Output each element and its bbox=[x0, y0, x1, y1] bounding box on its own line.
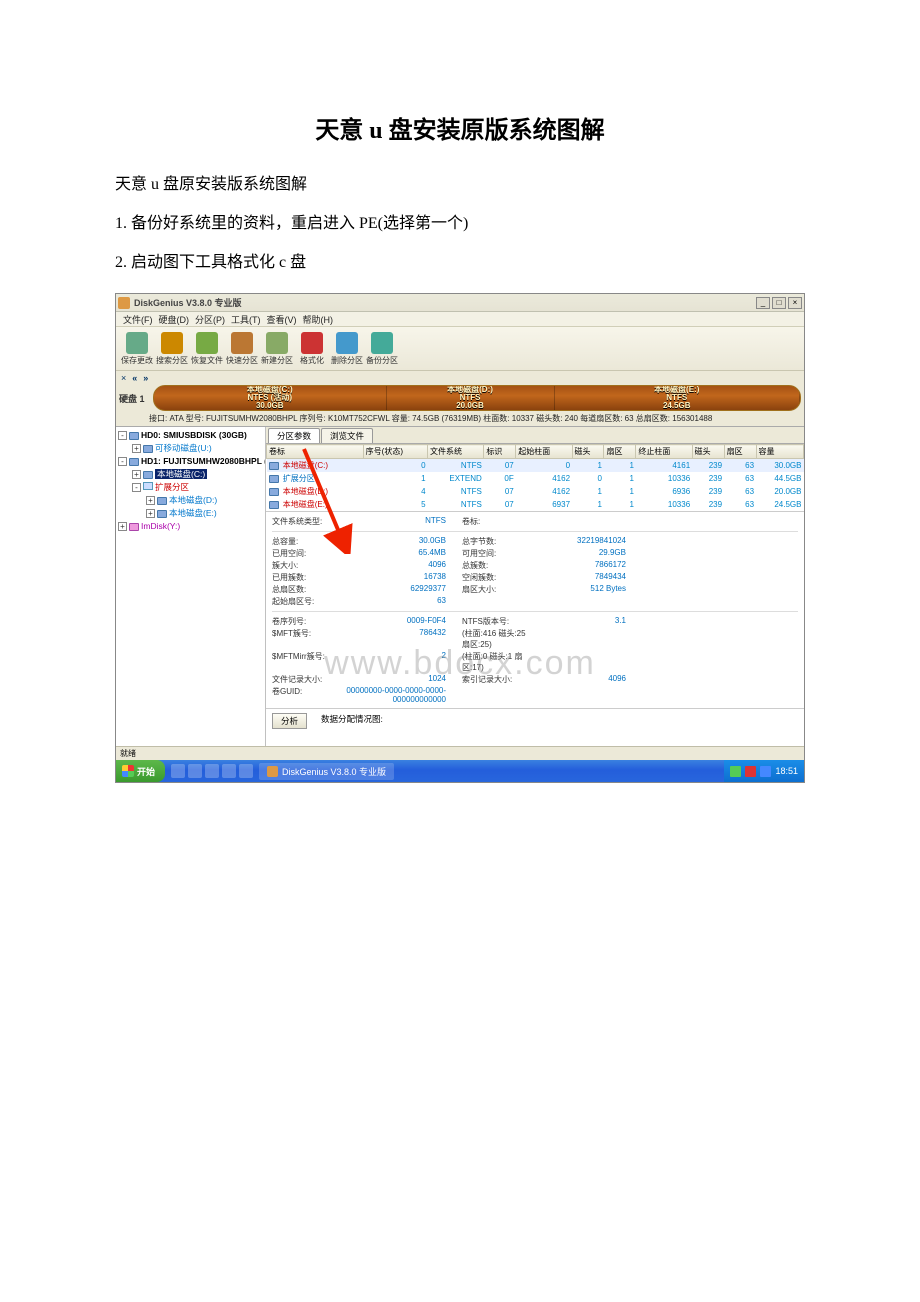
tree-extended[interactable]: 扩展分区 bbox=[155, 482, 189, 492]
system-tray: 18:51 bbox=[724, 760, 804, 782]
taskbar: 开始 DiskGenius V3.8.0 专业版 18:51 bbox=[116, 760, 804, 782]
tray-icon[interactable] bbox=[760, 766, 771, 777]
toolbar-recover-button[interactable]: 恢复文件 bbox=[190, 332, 224, 366]
table-row[interactable]: 本地磁盘(D:)4NTFS0741621169362396320.0GB bbox=[267, 485, 804, 498]
column-header[interactable]: 文件系统 bbox=[428, 445, 484, 459]
disk-segment[interactable]: 本地磁盘(C:)NTFS (活动)30.0GB bbox=[154, 386, 387, 410]
search-icon bbox=[161, 332, 183, 354]
menu-bar: 文件(F) 硬盘(D) 分区(P) 工具(T) 查看(V) 帮助(H) bbox=[116, 312, 804, 327]
document-line-1: 1. 备份好系统里的资料，重启进入 PE(选择第一个) bbox=[115, 206, 805, 243]
ql-icon[interactable] bbox=[205, 764, 219, 778]
column-header[interactable]: 终止柱面 bbox=[636, 445, 692, 459]
allocation-label: 数据分配情况图: bbox=[321, 713, 383, 729]
toolbar-quick-button[interactable]: 快速分区 bbox=[225, 332, 259, 366]
toolbar-backup-button[interactable]: 备份分区 bbox=[365, 332, 399, 366]
tab-browse-files[interactable]: 浏览文件 bbox=[321, 428, 373, 443]
nav-forward-icon[interactable]: » bbox=[143, 373, 148, 383]
allocation-analysis: 分析 数据分配情况图: bbox=[266, 708, 804, 733]
tray-icon[interactable] bbox=[730, 766, 741, 777]
column-header[interactable]: 容量 bbox=[756, 445, 803, 459]
menu-view[interactable]: 查看(V) bbox=[264, 312, 300, 326]
tree-hd1[interactable]: HD1: FUJITSUMHW2080BHPL (75 bbox=[141, 456, 266, 466]
table-row[interactable]: 本地磁盘(C:)0NTFS0701141612396330.0GB bbox=[267, 459, 804, 473]
new-icon bbox=[266, 332, 288, 354]
quick-icon bbox=[231, 332, 253, 354]
save-icon bbox=[126, 332, 148, 354]
column-header[interactable]: 磁头 bbox=[692, 445, 724, 459]
ql-icon[interactable] bbox=[188, 764, 202, 778]
analyze-button[interactable]: 分析 bbox=[272, 713, 307, 729]
tree-imdisk[interactable]: ImDisk(Y:) bbox=[141, 521, 180, 531]
disk-label: 硬盘 1 bbox=[119, 392, 147, 405]
status-bar: 就绪 bbox=[116, 746, 804, 760]
disk-info-line: 接口: ATA 型号: FUJITSUMHW2080BHPL 序列号: K10M… bbox=[119, 411, 801, 426]
toolbar-new-button[interactable]: 新建分区 bbox=[260, 332, 294, 366]
column-header[interactable]: 序号(状态) bbox=[363, 445, 427, 459]
menu-disk[interactable]: 硬盘(D) bbox=[156, 312, 193, 326]
column-header[interactable]: 扇区 bbox=[604, 445, 636, 459]
screenshot-diskgenius: DiskGenius V3.8.0 专业版 _ □ × 文件(F) 硬盘(D) … bbox=[115, 293, 805, 783]
column-header[interactable]: 起始柱面 bbox=[516, 445, 572, 459]
nav-close-icon[interactable]: × bbox=[121, 373, 126, 383]
toolbar-search-button[interactable]: 搜索分区 bbox=[155, 332, 189, 366]
backup-icon bbox=[371, 332, 393, 354]
tree-hd0[interactable]: HD0: SMIUSBDISK (30GB) bbox=[141, 430, 247, 440]
maximize-button[interactable]: □ bbox=[772, 297, 786, 309]
app-icon bbox=[267, 766, 278, 777]
nav-back-icon[interactable]: « bbox=[132, 373, 137, 383]
toolbar: 保存更改搜索分区恢复文件快速分区新建分区格式化删除分区备份分区 bbox=[116, 327, 804, 371]
menu-help[interactable]: 帮助(H) bbox=[300, 312, 337, 326]
tree-removable[interactable]: 可移动磁盘(U:) bbox=[155, 443, 212, 453]
partition-table: 卷标序号(状态)文件系统标识起始柱面磁头扇区终止柱面磁头扇区容量 本地磁盘(C:… bbox=[266, 444, 804, 511]
menu-tools[interactable]: 工具(T) bbox=[228, 312, 264, 326]
minimize-button[interactable]: _ bbox=[756, 297, 770, 309]
table-row[interactable]: 本地磁盘(E:)5NTFS07693711103362396324.5GB bbox=[267, 498, 804, 511]
document-title: 天意 u 盘安装原版系统图解 bbox=[115, 110, 805, 145]
disk-bar[interactable]: 本地磁盘(C:)NTFS (活动)30.0GB本地磁盘(D:)NTFS20.0G… bbox=[153, 385, 801, 411]
table-row[interactable]: 扩展分区1EXTEND0F416201103362396344.5GB bbox=[267, 472, 804, 485]
tree-drive-e[interactable]: 本地磁盘(E:) bbox=[169, 508, 217, 518]
recover-icon bbox=[196, 332, 218, 354]
ql-icon[interactable] bbox=[222, 764, 236, 778]
column-header[interactable]: 卷标 bbox=[267, 445, 364, 459]
ql-icon[interactable] bbox=[171, 764, 185, 778]
tab-partition-params[interactable]: 分区参数 bbox=[268, 428, 320, 443]
toolbar-save-button[interactable]: 保存更改 bbox=[120, 332, 154, 366]
tree-drive-c[interactable]: 本地磁盘(C:) bbox=[155, 469, 207, 479]
window-title: DiskGenius V3.8.0 专业版 bbox=[134, 296, 756, 309]
disk-segment[interactable]: 本地磁盘(D:)NTFS20.0GB bbox=[387, 386, 555, 410]
delete-icon bbox=[336, 332, 358, 354]
toolbar-delete-button[interactable]: 删除分区 bbox=[330, 332, 364, 366]
toolbar-format-button[interactable]: 格式化 bbox=[295, 332, 329, 366]
column-header[interactable]: 磁头 bbox=[572, 445, 604, 459]
windows-logo-icon bbox=[122, 765, 134, 777]
app-icon bbox=[118, 297, 130, 309]
quick-launch bbox=[165, 764, 259, 778]
format-icon bbox=[301, 332, 323, 354]
tab-strip: 分区参数 浏览文件 bbox=[266, 427, 804, 444]
menu-file[interactable]: 文件(F) bbox=[120, 312, 156, 326]
tree-drive-d[interactable]: 本地磁盘(D:) bbox=[169, 495, 217, 505]
document-line-2: 2. 启动图下工具格式化 c 盘 bbox=[115, 245, 805, 282]
start-button[interactable]: 开始 bbox=[116, 760, 165, 782]
window-titlebar: DiskGenius V3.8.0 专业版 _ □ × bbox=[116, 294, 804, 312]
ql-icon[interactable] bbox=[239, 764, 253, 778]
document-line-0: 天意 u 盘原安装版系统图解 bbox=[115, 167, 805, 204]
menu-partition[interactable]: 分区(P) bbox=[192, 312, 228, 326]
column-header[interactable]: 扇区 bbox=[724, 445, 756, 459]
tray-clock: 18:51 bbox=[775, 766, 798, 776]
disk-segment[interactable]: 本地磁盘(E:)NTFS24.5GB bbox=[555, 386, 800, 410]
filesystem-info: 文件系统类型:NTFS 卷标: 总容量:30.0GB总字节数:322198410… bbox=[266, 511, 804, 708]
column-header[interactable]: 标识 bbox=[484, 445, 516, 459]
tree-panel: -HD0: SMIUSBDISK (30GB) +可移动磁盘(U:) -HD1:… bbox=[116, 427, 266, 746]
taskbar-app-button[interactable]: DiskGenius V3.8.0 专业版 bbox=[259, 763, 394, 780]
close-button[interactable]: × bbox=[788, 297, 802, 309]
tray-icon[interactable] bbox=[745, 766, 756, 777]
